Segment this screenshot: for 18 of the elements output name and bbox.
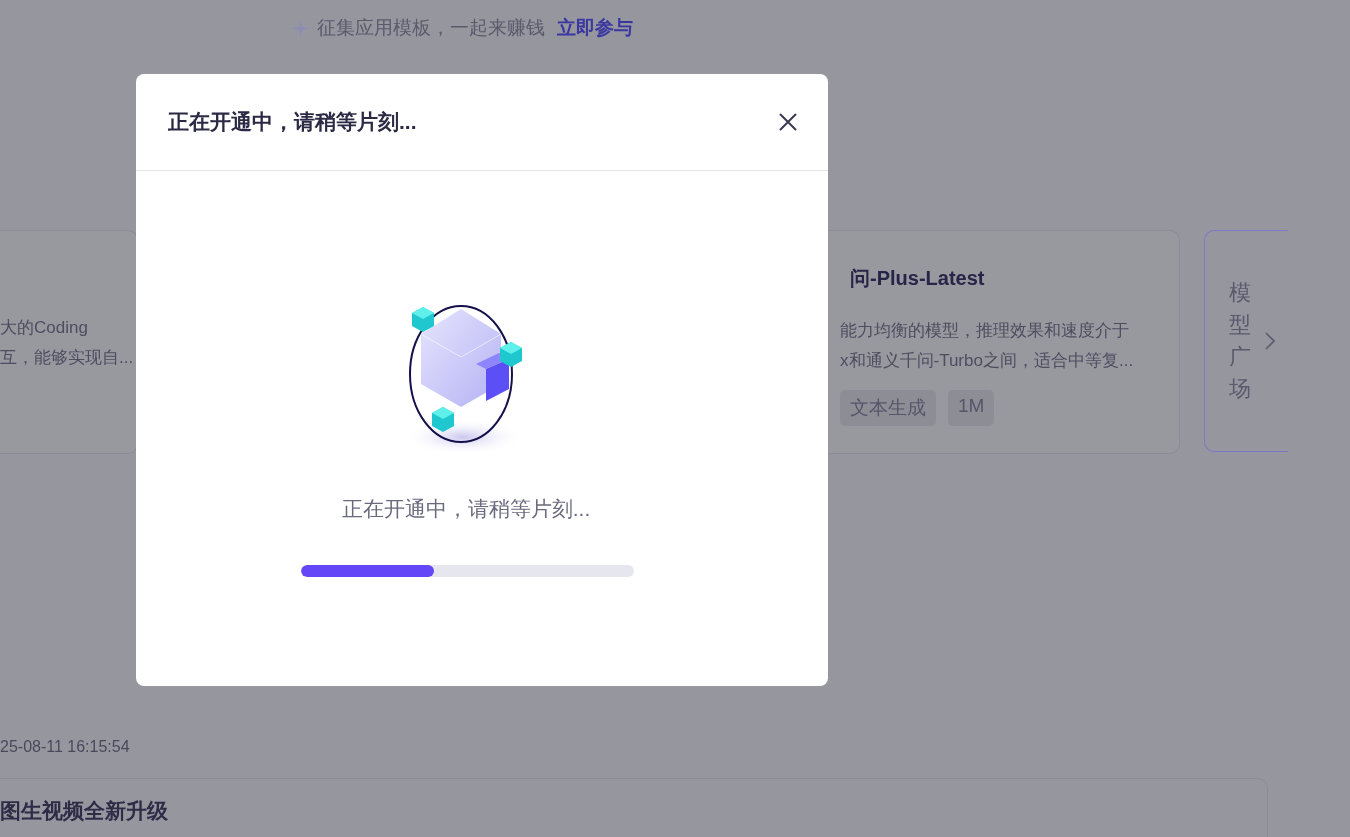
status-message: 正在开通中，请稍等片刻... xyxy=(341,496,591,522)
model-description: x和通义千问-Turbo之间，适合中等复... xyxy=(839,350,1135,372)
close-button[interactable] xyxy=(778,112,798,132)
chevron-right-icon xyxy=(1265,332,1275,350)
model-description: 能力均衡的模型，推理效果和速度介于 xyxy=(839,320,1130,342)
news-title: 图生视频全新升级 xyxy=(0,799,168,822)
model-description: 大的Coding xyxy=(0,317,89,339)
model-title: 问-Plus-Latest xyxy=(849,266,986,291)
timestamp: 25-08-11 16:15:54 xyxy=(0,738,131,756)
dialog-title: 正在开通中，请稍等片刻... xyxy=(168,109,417,135)
join-link[interactable]: 立即参与 xyxy=(557,15,633,41)
model-tag: 1M xyxy=(948,390,995,426)
banner-text: 征集应用模板，一起来赚钱 xyxy=(317,16,545,40)
model-card[interactable]: 问-Plus-Latest 能力均衡的模型，推理效果和速度介于 x和通义千问-Turbo之间，适合中等复... 文本生成 1M xyxy=(828,230,1180,454)
model-plaza-button[interactable]: 模型广场 xyxy=(1204,230,1288,452)
model-tag: 文本生成 xyxy=(840,390,936,426)
model-description: 互，能够实现自... xyxy=(0,347,135,369)
model-card[interactable]: 大的Coding 互，能够实现自... xyxy=(0,230,138,454)
